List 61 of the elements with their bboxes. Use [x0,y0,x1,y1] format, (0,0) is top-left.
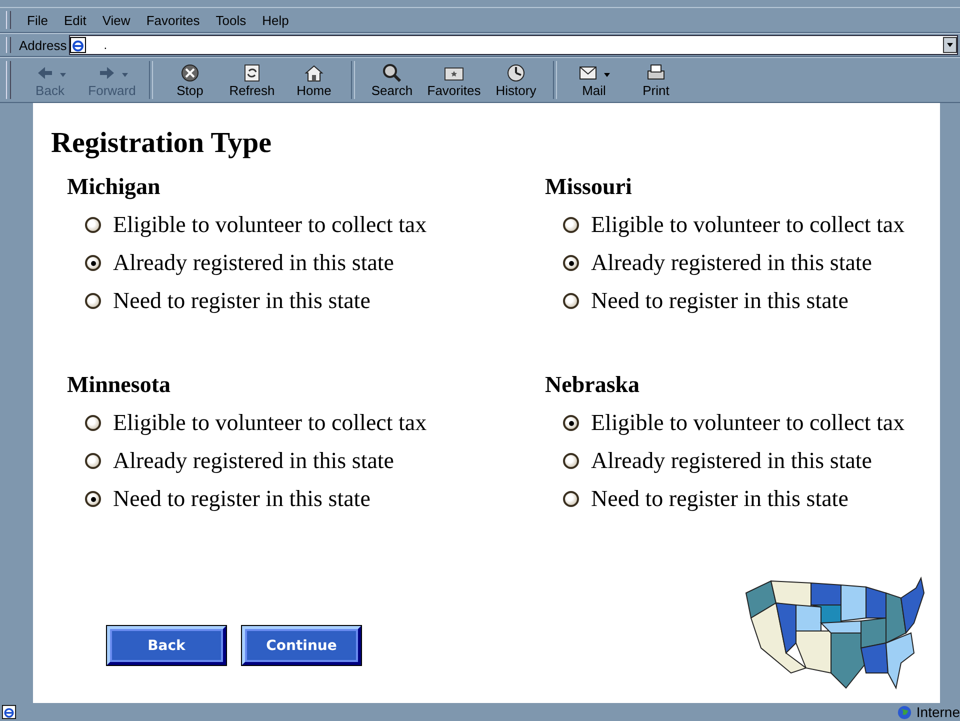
radio-button[interactable] [85,491,101,507]
option-label: Need to register in this state [591,486,848,512]
caret-icon [946,41,954,49]
state-heading: Nebraska [545,372,641,398]
page-title: Registration Type [51,127,272,160]
toolbar-button[interactable]: Stop [159,62,221,98]
state-heading: Missouri [545,174,633,200]
address-field[interactable]: . [68,35,958,55]
option-label: Need to register in this state [591,288,848,314]
option-label: Eligible to volunteer to collect tax [113,212,427,238]
zone-label: Interne [916,704,960,720]
page-icon [2,705,16,719]
menu-item[interactable]: Tools [208,12,254,28]
dropdown-button[interactable] [943,37,957,53]
option-label: Eligible to volunteer to collect tax [113,410,427,436]
nav-button[interactable]: Back [107,626,226,665]
radio-button[interactable] [85,255,101,271]
radio-button[interactable] [85,293,101,309]
option-label: Eligible to volunteer to collect tax [591,212,905,238]
home-icon [303,62,325,82]
radio-button[interactable] [563,453,579,469]
toolbar-button[interactable]: Search [361,62,423,98]
radio-button[interactable] [563,491,579,507]
printer-icon [645,62,667,82]
menu-item[interactable]: Favorites [138,12,208,28]
radio-button[interactable] [563,217,579,233]
state-heading: Minnesota [67,372,172,398]
radio-button[interactable] [85,217,101,233]
option-label: Eligible to volunteer to collect tax [591,410,905,436]
address-label: Address [19,38,67,52]
stop-icon [179,62,201,82]
caret-icon [604,72,610,76]
radio-button[interactable] [85,453,101,469]
menu-item[interactable]: Help [254,12,297,28]
radio-button[interactable] [563,255,579,271]
radio-button[interactable] [85,415,101,431]
menu-item[interactable]: View [94,12,138,28]
clock-icon [505,62,527,82]
caret-icon [60,72,66,76]
toolbar-button[interactable]: Mail [563,62,625,98]
radio-button[interactable] [563,293,579,309]
menu-item[interactable]: Edit [56,12,94,28]
toolbar-button[interactable]: Favorites [423,62,485,98]
toolbar-button[interactable]: Refresh [221,62,283,98]
globe-icon [897,704,912,720]
search-icon [381,62,403,82]
option-label: Already registered in this state [591,448,872,474]
caret-icon [122,72,128,76]
menu-item[interactable]: File [19,12,56,28]
radio-button[interactable] [563,415,579,431]
state-heading: Michigan [67,174,162,200]
page-icon [70,37,86,53]
option-label: Already registered in this state [113,250,394,276]
toolbar-button[interactable]: Print [625,62,687,98]
option-label: Already registered in this state [591,250,872,276]
nav-button[interactable]: Continue [242,626,361,665]
option-label: Need to register in this state [113,288,370,314]
toolbar-button[interactable]: Home [283,62,345,98]
toolbar-button[interactable]: History [485,62,547,98]
option-label: Need to register in this state [113,486,370,512]
option-label: Already registered in this state [113,448,394,474]
